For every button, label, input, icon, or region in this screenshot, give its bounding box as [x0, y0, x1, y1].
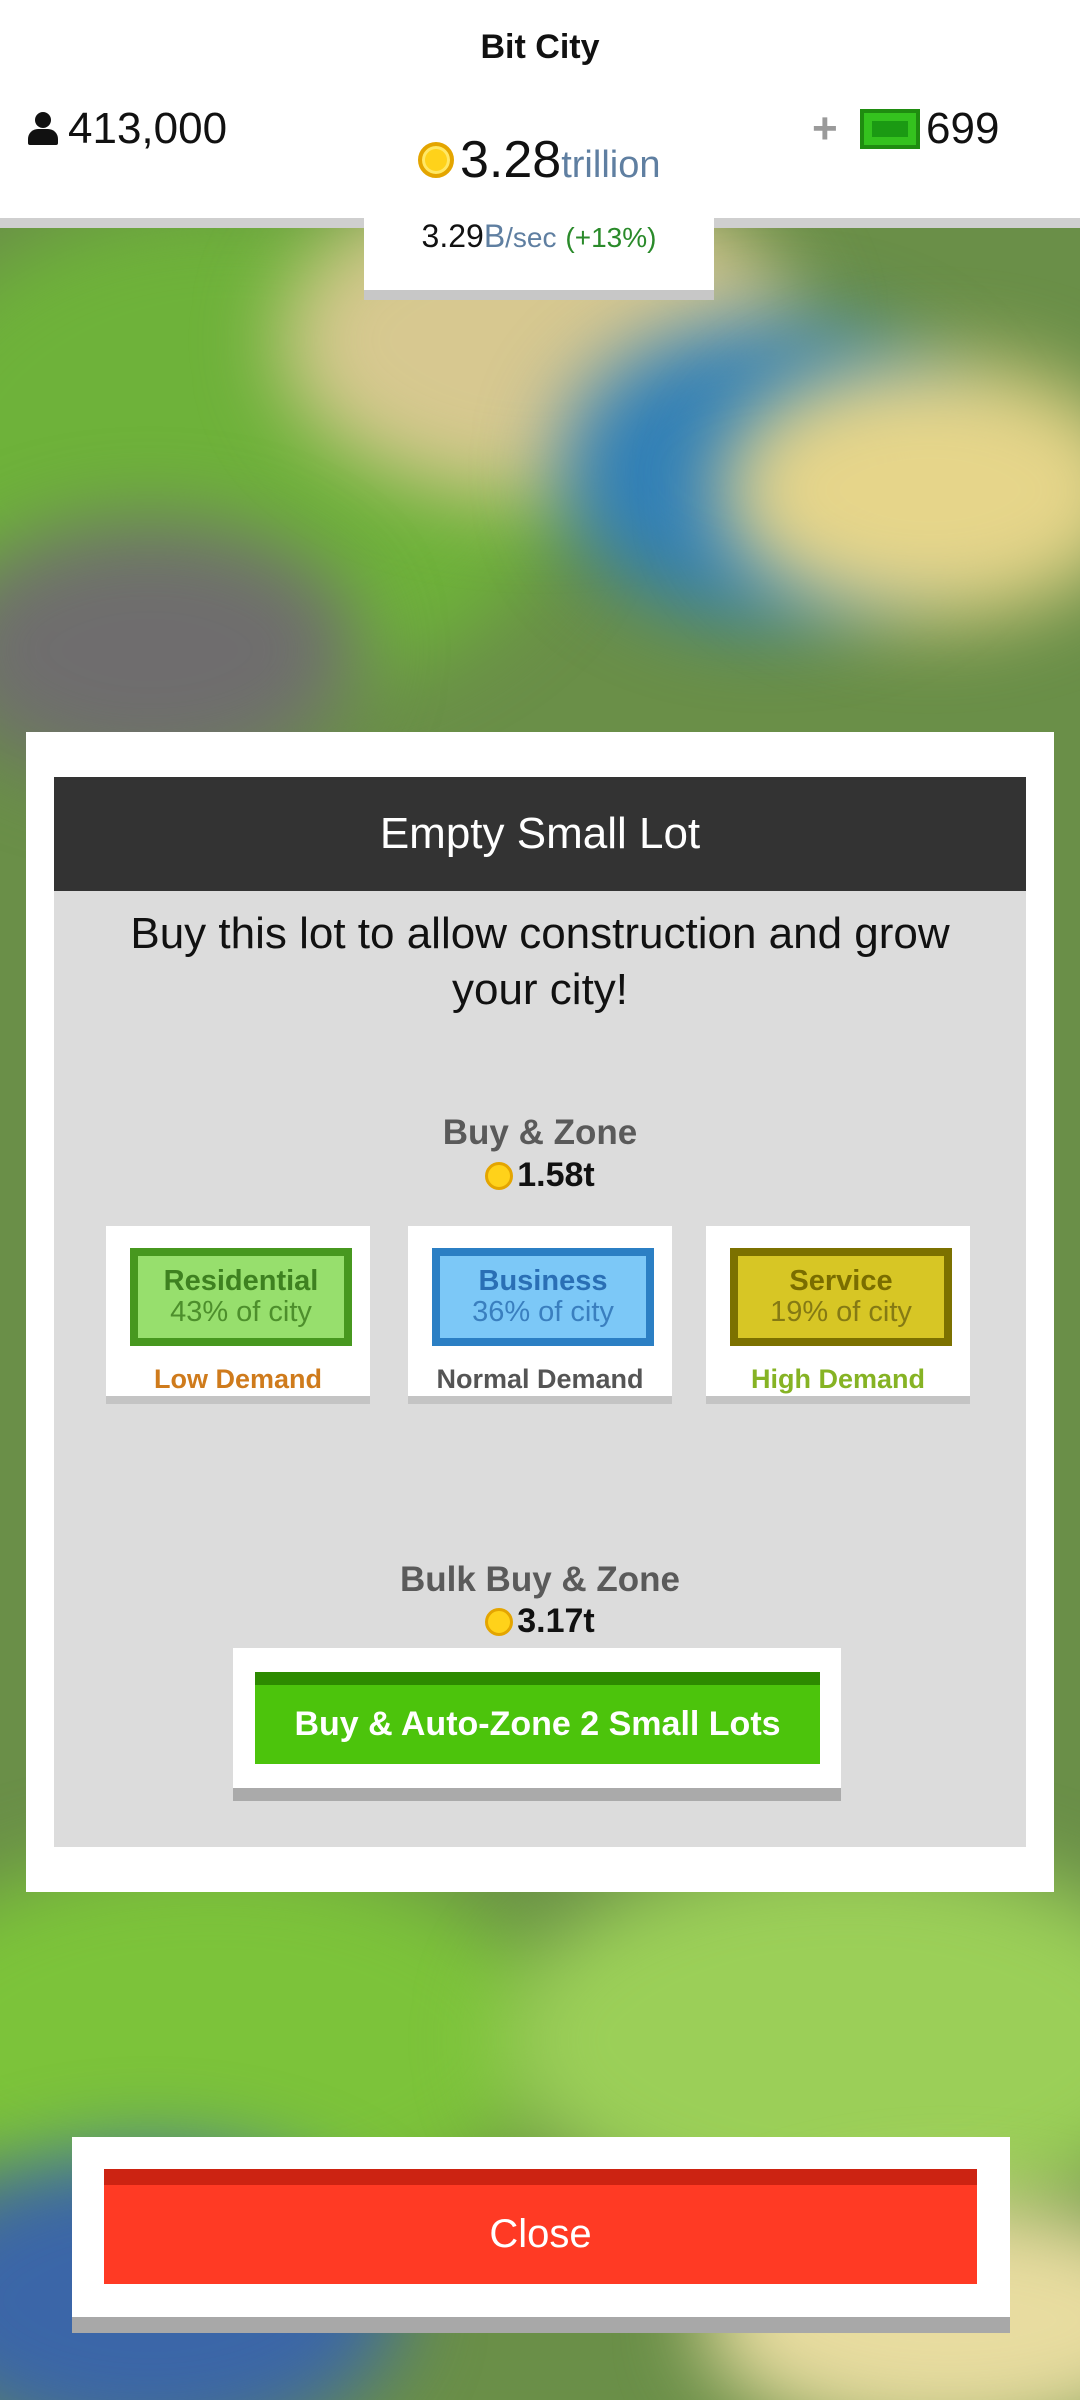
bulk-buy-price: 3.17t — [0, 1602, 1080, 1641]
service-button[interactable]: Service 19% of city — [730, 1248, 952, 1346]
close-button[interactable]: Close — [104, 2169, 977, 2284]
dialog-description: Buy this lot to allow construction and g… — [130, 909, 950, 1014]
bulk-buy-card-shadow — [233, 1788, 841, 1801]
rate-unit-small: /sec — [505, 222, 557, 253]
bux-value: 699 — [926, 104, 1000, 153]
buy-zone-price: 1.58t — [0, 1156, 1080, 1195]
coin-icon — [485, 1161, 514, 1190]
buy-zone-label: Buy & Zone — [442, 1113, 638, 1152]
rate-value: 3.29 — [421, 218, 484, 254]
zone-demand: Low Demand — [153, 1364, 322, 1394]
money-value: 3.28 — [460, 131, 562, 189]
zone-percent: 43% of city — [170, 1296, 312, 1328]
zone-percent: 36% of city — [472, 1296, 614, 1328]
rate-unit-big: B — [483, 218, 506, 254]
zone-name: Service — [789, 1265, 893, 1297]
residential-button[interactable]: Residential 43% of city — [130, 1248, 352, 1346]
zone-demand: High Demand — [750, 1364, 925, 1394]
zone-option-residential[interactable]: Residential 43% of city Low Demand — [106, 1226, 370, 1396]
zone-name: Residential — [163, 1265, 319, 1297]
money-unit: trillion — [561, 143, 661, 186]
money-panel-shadow — [364, 290, 714, 300]
zone-demand: Normal Demand — [436, 1364, 644, 1394]
rate-percent: (+13%) — [565, 222, 657, 253]
buy-bux-plus-button[interactable]: + — [812, 104, 838, 154]
business-button[interactable]: Business 36% of city — [432, 1248, 654, 1346]
coin-icon — [418, 142, 454, 178]
bux-counter[interactable]: 699 — [860, 104, 999, 154]
population-counter: 413,000 — [26, 104, 227, 154]
city-name: Bit City — [480, 28, 600, 66]
bulk-buy-price-value: 3.17t — [517, 1602, 595, 1640]
zone-card-shadow — [106, 1396, 370, 1404]
zone-card-shadow — [408, 1396, 672, 1404]
bulk-buy-label: Bulk Buy & Zone — [399, 1560, 681, 1599]
person-icon — [26, 112, 60, 146]
buy-zone-price-value: 1.58t — [517, 1156, 595, 1194]
coin-icon — [485, 1607, 514, 1636]
income-rate: 3.29B/sec (+13%) — [364, 218, 714, 255]
zone-option-business[interactable]: Business 36% of city Normal Demand — [408, 1226, 672, 1396]
zone-option-service[interactable]: Service 19% of city High Demand — [706, 1226, 970, 1396]
population-value: 413,000 — [68, 104, 228, 153]
close-card-shadow — [72, 2317, 1010, 2333]
zone-percent: 19% of city — [770, 1296, 912, 1328]
dialog-title: Empty Small Lot — [54, 777, 1026, 891]
zone-card-shadow — [706, 1396, 970, 1404]
bulk-buy-button[interactable]: Buy & Auto-Zone 2 Small Lots — [255, 1672, 820, 1764]
bux-bill-icon — [860, 109, 920, 149]
zone-name: Business — [478, 1265, 608, 1297]
money-display: 3.28 trillion — [418, 130, 660, 190]
